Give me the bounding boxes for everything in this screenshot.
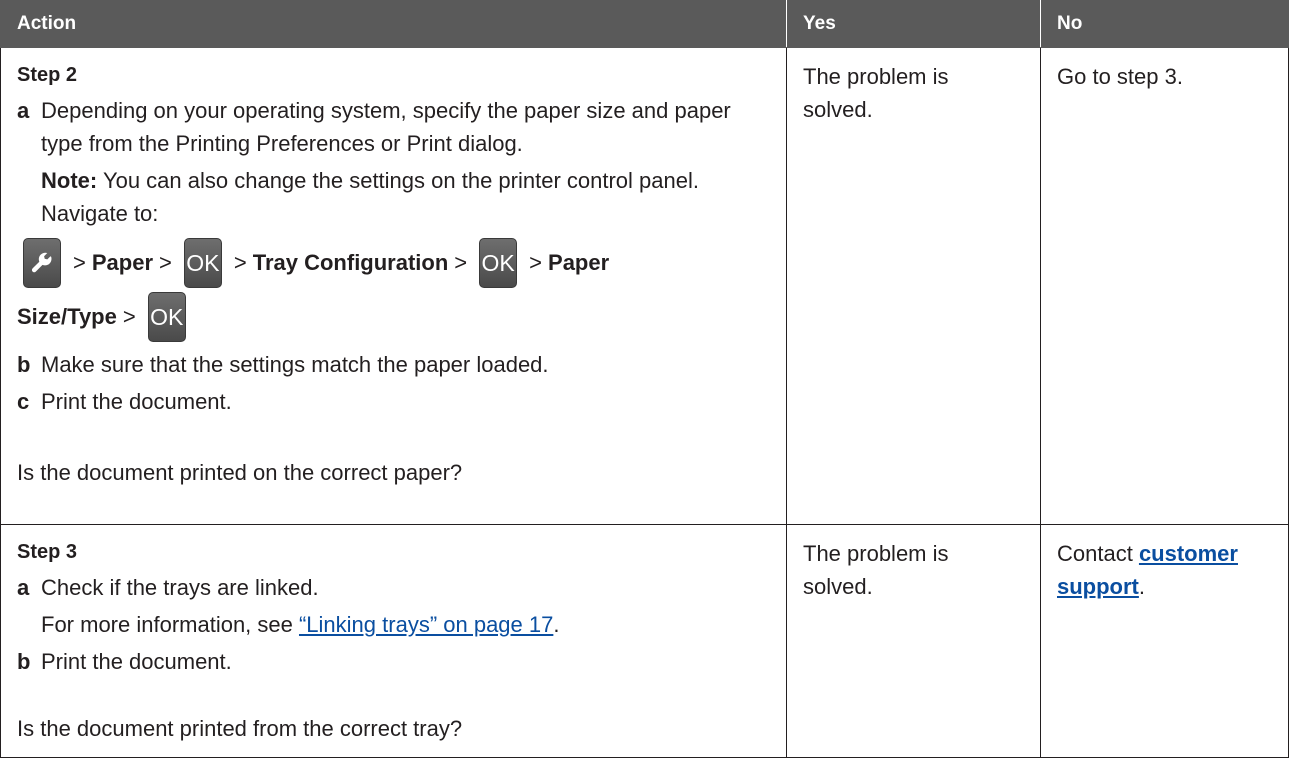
- step2-c-letter: c: [17, 389, 30, 414]
- step3-item-b: b Print the document.: [17, 645, 770, 678]
- yes-cell-step2: The problem is solved.: [786, 47, 1041, 525]
- linking-trays-link[interactable]: “Linking trays” on page 17: [299, 612, 553, 637]
- step2-item-c: c Print the document.: [17, 385, 770, 418]
- action-cell-step3: Step 3 a Check if the trays are linked. …: [0, 524, 787, 758]
- step2-c-text: Print the document.: [41, 389, 232, 414]
- note-text: You can also change the settings on the …: [41, 168, 699, 226]
- more-info-prefix: For more information, see: [41, 612, 299, 637]
- header-yes: Yes: [786, 0, 1041, 48]
- more-info-suffix: .: [553, 612, 560, 637]
- ok-button-icon: OK: [479, 238, 518, 288]
- header-action: Action: [0, 0, 787, 48]
- nav-paper: Paper: [91, 250, 154, 275]
- contact-suffix: .: [1138, 574, 1146, 599]
- ok-button-icon: OK: [183, 238, 222, 288]
- step3-yes-text: The problem is solved.: [803, 541, 949, 599]
- table-row-step2: Step 2 a Depending on your operating sys…: [0, 47, 1289, 525]
- nav-tray-configuration: Tray Configuration: [252, 250, 449, 275]
- step2-note: Note: You can also change the settings o…: [17, 164, 770, 230]
- step2-b-letter: b: [17, 352, 31, 377]
- step3-b-letter: b: [17, 649, 31, 674]
- step2-a-letter: a: [17, 98, 30, 123]
- step2-a-text: Depending on your operating system, spec…: [41, 98, 731, 156]
- step3-more-info: For more information, see “Linking trays…: [17, 608, 770, 641]
- nav-sep: >: [529, 250, 543, 275]
- step2-item-a: a Depending on your operating system, sp…: [17, 94, 770, 160]
- navigation-path: > Paper > OK > Tray Configuration > OK >…: [17, 236, 770, 344]
- ok-button-icon: OK: [147, 292, 186, 342]
- no-cell-step3: Contact customer support.: [1040, 524, 1289, 758]
- step3-b-text: Print the document.: [41, 649, 232, 674]
- step3-a-text: Check if the trays are linked.: [41, 575, 319, 600]
- table-header-row: Action Yes No: [0, 0, 1289, 48]
- yes-cell-step3: The problem is solved.: [786, 524, 1041, 758]
- settings-wrench-icon: [23, 238, 61, 288]
- header-no: No: [1040, 0, 1289, 48]
- nav-sep: >: [159, 250, 172, 275]
- step2-no-text: Go to step 3.: [1057, 64, 1183, 89]
- step2-yes-text: The problem is solved.: [803, 64, 949, 122]
- no-cell-step2: Go to step 3.: [1040, 47, 1289, 525]
- troubleshooting-table: Action Yes No Step 2 a Depending on your…: [0, 0, 1289, 758]
- step3-item-a: a Check if the trays are linked.: [17, 571, 770, 604]
- step2-question: Is the document printed on the correct p…: [17, 460, 463, 485]
- nav-sep: >: [73, 250, 86, 275]
- step2-title: Step 2: [17, 64, 78, 86]
- table-row-step3: Step 3 a Check if the trays are linked. …: [0, 524, 1289, 758]
- nav-paper-size-1: Paper: [548, 250, 610, 275]
- contact-prefix: Contact: [1057, 541, 1139, 566]
- step3-no: Contact customer support.: [1041, 525, 1288, 603]
- step2-b-text: Make sure that the settings match the pa…: [41, 352, 549, 377]
- nav-sep: >: [454, 250, 468, 275]
- action-cell-step2: Step 2 a Depending on your operating sys…: [0, 47, 787, 525]
- step3-question: Is the document printed from the correct…: [17, 716, 463, 741]
- nav-sep: >: [122, 304, 136, 329]
- nav-paper-size-2: Size/Type: [17, 304, 117, 329]
- step2-item-b: b Make sure that the settings match the …: [17, 348, 770, 381]
- note-label: Note:: [41, 168, 98, 193]
- step3-title: Step 3: [17, 541, 78, 563]
- nav-sep: >: [233, 250, 247, 275]
- step3-a-letter: a: [17, 575, 30, 600]
